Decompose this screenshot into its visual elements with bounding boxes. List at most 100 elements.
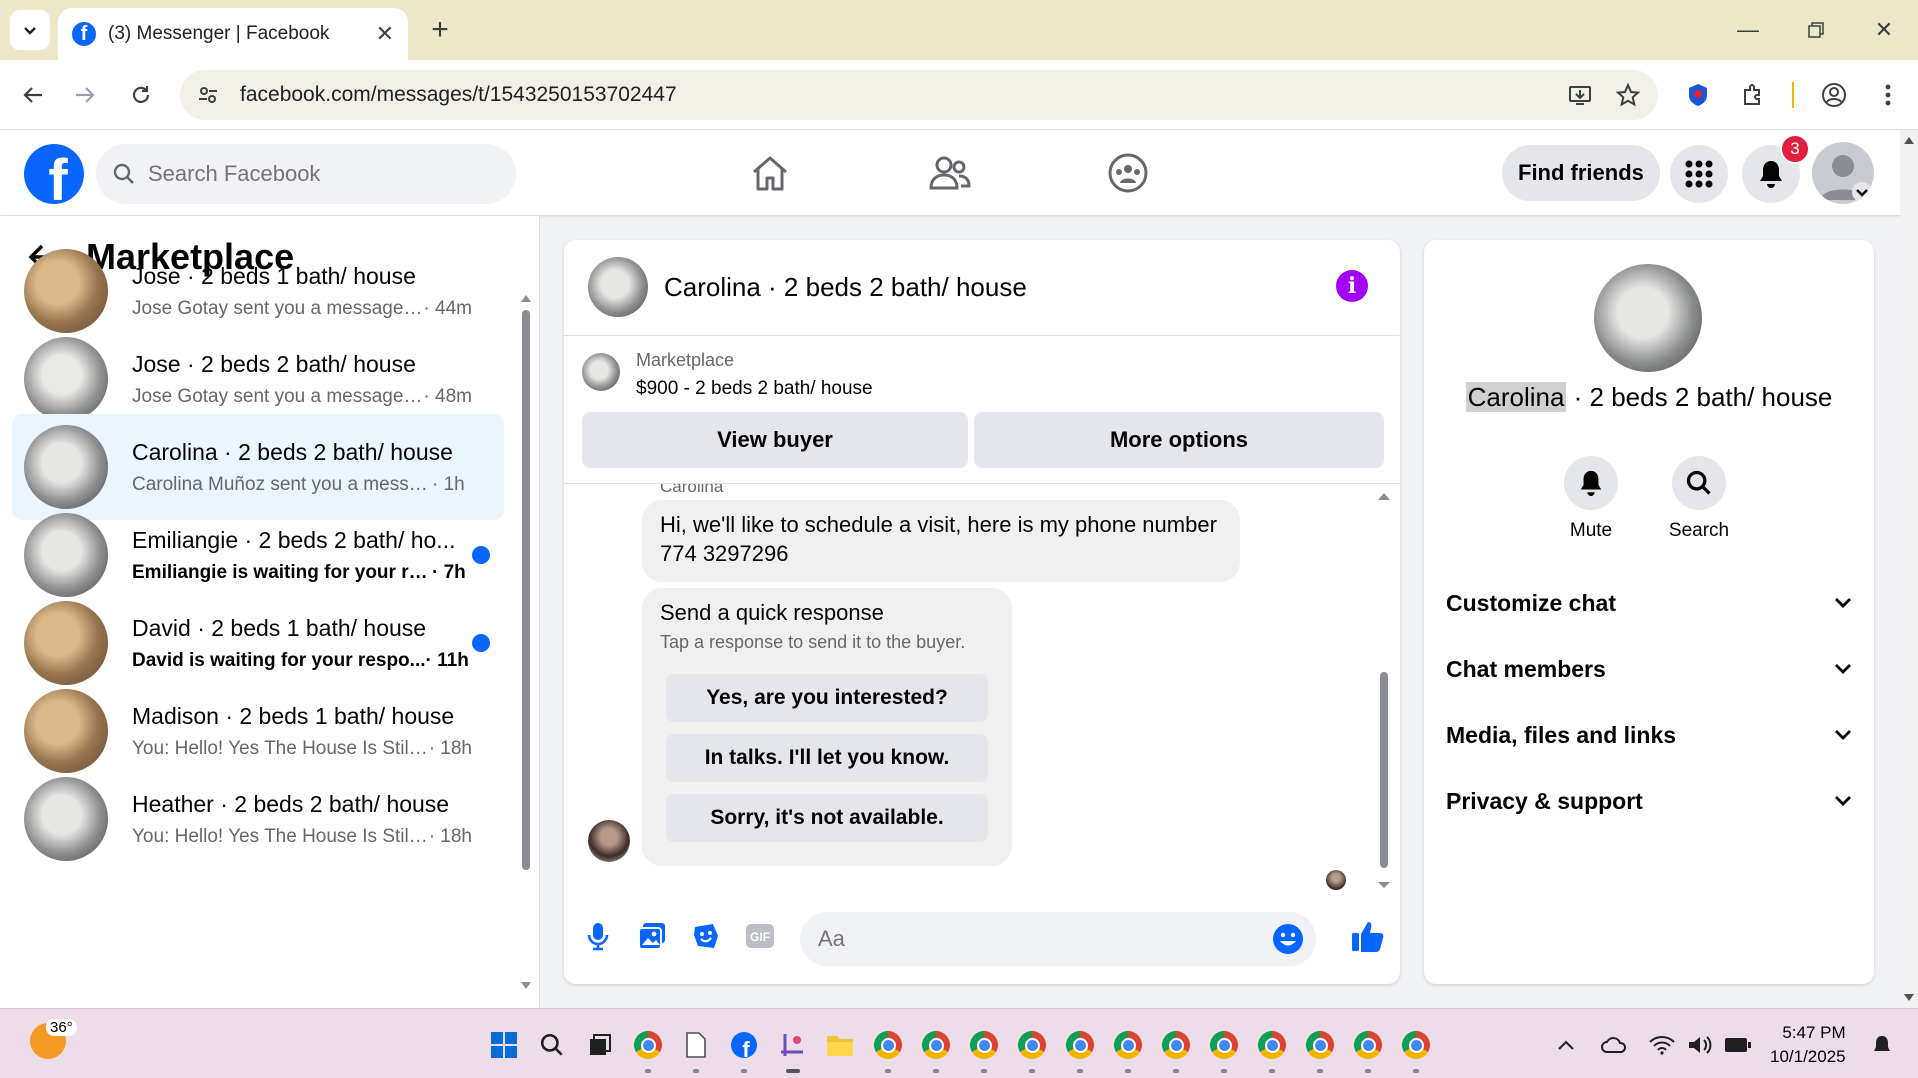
thumbs-up-icon[interactable] [1348, 916, 1388, 956]
active-tab[interactable]: f (3) Messenger | Facebook ✕ [58, 8, 408, 60]
chrome-taskbar-icon[interactable] [920, 1029, 952, 1061]
chrome-taskbar-icon[interactable] [1160, 1029, 1192, 1061]
chrome-taskbar-icon[interactable] [1256, 1029, 1288, 1061]
chat-members-section[interactable]: Chat members [1446, 644, 1852, 694]
browser-menu-icon[interactable] [1870, 77, 1906, 113]
search-icon [113, 163, 134, 184]
chrome-taskbar-icon[interactable] [872, 1029, 904, 1061]
tab-close-icon[interactable]: ✕ [376, 21, 394, 47]
taskbar-search-icon[interactable] [536, 1029, 568, 1061]
chrome-taskbar-icon[interactable] [1112, 1029, 1144, 1061]
conversation-snippet: Jose Gotay sent you a message a... [132, 297, 424, 319]
chrome-taskbar-icon[interactable] [1208, 1029, 1240, 1061]
bookmark-star-icon[interactable] [1610, 77, 1646, 113]
volume-icon[interactable] [1684, 1029, 1716, 1061]
conversation-item[interactable]: Heather · 2 beds 2 bath/ house You: Hell… [12, 766, 504, 872]
groups-nav-icon[interactable] [1072, 144, 1184, 202]
bell-icon[interactable] [1564, 456, 1618, 510]
attach-photo-icon[interactable] [632, 916, 672, 956]
browser-profile-icon[interactable] [1816, 77, 1852, 113]
menu-grid-icon[interactable] [1670, 145, 1728, 203]
conversation-info-icon[interactable]: i [1336, 270, 1368, 302]
facebook-search[interactable] [96, 144, 516, 204]
install-app-icon[interactable] [1562, 77, 1598, 113]
chat-title[interactable]: Carolina · 2 beds 2 bath/ house [664, 272, 1027, 303]
message-input[interactable] [818, 926, 1248, 952]
customize-chat-section[interactable]: Customize chat [1446, 578, 1852, 628]
chrome-taskbar-icon[interactable] [1352, 1029, 1384, 1061]
quick-response-button[interactable]: Sorry, it's not available. [666, 794, 988, 842]
extensions-puzzle-icon[interactable] [1736, 77, 1772, 113]
search-action[interactable]: Search [1654, 456, 1744, 542]
running-indicator [933, 1069, 939, 1073]
gif-icon[interactable]: GIF [740, 916, 780, 956]
show-hidden-icons-chevron-icon[interactable] [1550, 1029, 1582, 1061]
listing-name[interactable]: $900 - 2 beds 2 bath/ house [636, 378, 873, 400]
quick-response-button[interactable]: Yes, are you interested? [666, 674, 988, 722]
privacy-support-section[interactable]: Privacy & support [1446, 776, 1852, 826]
new-tab-button[interactable]: + [422, 12, 458, 48]
chrome-taskbar-icon[interactable] [1064, 1029, 1096, 1061]
snipping-tool-taskbar-icon[interactable] [776, 1029, 808, 1061]
info-avatar[interactable] [1594, 264, 1702, 372]
chrome-taskbar-icon[interactable] [1016, 1029, 1048, 1061]
task-view-icon[interactable] [584, 1029, 616, 1061]
site-settings-icon[interactable] [188, 75, 228, 115]
onedrive-cloud-icon[interactable] [1598, 1029, 1630, 1061]
notification-center-icon[interactable] [1866, 1029, 1898, 1061]
file-explorer-taskbar-icon[interactable] [824, 1029, 856, 1061]
close-window-button[interactable]: ✕ [1860, 10, 1908, 50]
chrome-taskbar-icon[interactable] [632, 1029, 664, 1061]
restore-button[interactable] [1792, 10, 1840, 50]
facebook-logo-icon[interactable]: f [24, 144, 84, 204]
chevron-down-icon [1835, 730, 1851, 740]
emoji-icon[interactable] [1272, 923, 1304, 955]
notepad-taskbar-icon[interactable] [680, 1029, 712, 1061]
friends-nav-icon[interactable] [894, 144, 1006, 202]
marketplace-conversation-list: Marketplace Jose · 2 beds 1 bath/ house … [0, 216, 540, 1008]
page-scrollbar[interactable] [1900, 130, 1918, 1008]
facebook-search-input[interactable] [148, 161, 468, 187]
chrome-taskbar-icon[interactable] [968, 1029, 1000, 1061]
find-friends-button[interactable]: Find friends [1502, 145, 1660, 201]
facebook-taskbar-icon[interactable]: f [728, 1029, 760, 1061]
windows-start-icon[interactable] [488, 1029, 520, 1061]
running-indicator [1077, 1069, 1083, 1073]
sender-avatar[interactable] [588, 820, 630, 862]
sticker-icon[interactable] [686, 916, 726, 956]
address-bar[interactable]: facebook.com/messages/t/1543250153702447 [180, 70, 1658, 120]
system-clock[interactable]: 5:47 PM 10/1/2025 [1770, 1021, 1846, 1069]
chevron-down-icon [24, 27, 36, 35]
tab-search-button[interactable] [10, 10, 50, 50]
search-icon[interactable] [1672, 456, 1726, 510]
wifi-icon[interactable] [1646, 1029, 1678, 1061]
account-avatar[interactable] [1812, 142, 1874, 204]
toolbar-divider [1792, 82, 1794, 108]
chrome-taskbar-icon[interactable] [1400, 1029, 1432, 1061]
message-input-box[interactable] [800, 912, 1316, 966]
chat-scrollbar[interactable] [1376, 490, 1392, 890]
minimize-button[interactable]: — [1724, 10, 1772, 50]
mute-action[interactable]: Mute [1546, 456, 1636, 542]
chat-avatar[interactable] [588, 257, 648, 317]
sidebar-scrollbar[interactable] [520, 292, 532, 992]
quick-response-title: Send a quick response [660, 600, 884, 625]
info-name-rest: · 2 beds 2 bath/ house [1566, 382, 1833, 412]
media-files-links-section[interactable]: Media, files and links [1446, 710, 1852, 760]
message-bubble[interactable]: Hi, we'll like to schedule a visit, here… [642, 500, 1240, 582]
home-nav-icon[interactable] [714, 144, 826, 202]
conversation-snippet: You: Hello! Yes The House Is Still A... [132, 737, 429, 759]
listing-source: Marketplace [636, 350, 735, 370]
chrome-taskbar-icon[interactable] [1304, 1029, 1336, 1061]
back-icon[interactable] [12, 74, 54, 116]
url-text[interactable]: facebook.com/messages/t/1543250153702447 [240, 83, 1562, 107]
reload-icon[interactable] [120, 74, 162, 116]
quick-response-button[interactable]: In talks. I'll let you know. [666, 734, 988, 782]
more-options-button[interactable]: More options [974, 412, 1384, 468]
extension-shield-icon[interactable] [1680, 77, 1716, 113]
battery-icon[interactable] [1722, 1029, 1754, 1061]
view-buyer-button[interactable]: View buyer [582, 412, 968, 468]
conversation-snippet: Emiliangie is waiting for your re... [132, 561, 432, 583]
forward-icon[interactable] [64, 74, 106, 116]
microphone-icon[interactable] [578, 916, 618, 956]
